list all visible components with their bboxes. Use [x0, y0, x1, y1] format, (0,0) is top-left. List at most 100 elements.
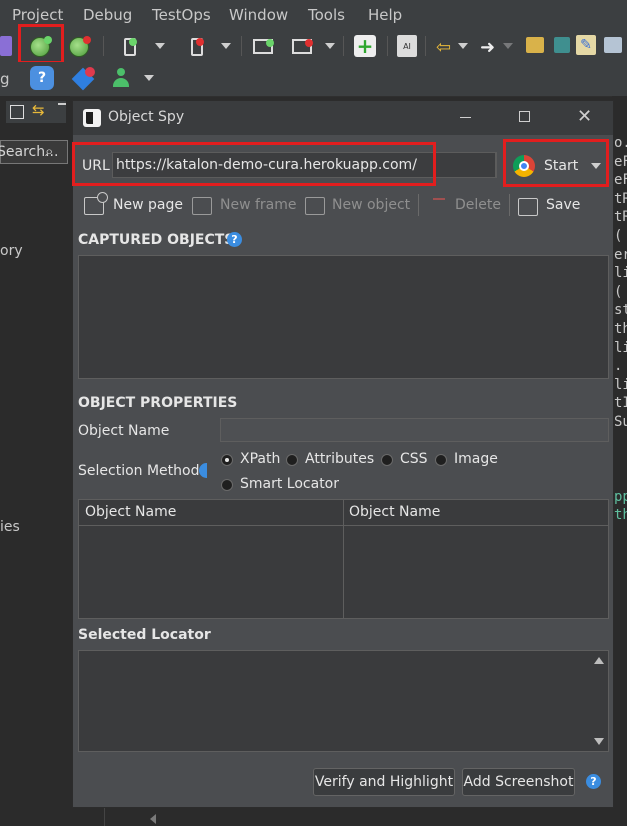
save-button[interactable]: Save — [518, 193, 588, 217]
radio-button[interactable] — [381, 454, 393, 466]
dialog-titlebar[interactable]: Object Spy ✕ — [73, 101, 613, 135]
minimize-view-icon[interactable] — [58, 103, 66, 105]
url-field-end — [496, 152, 497, 178]
add-screenshot-button[interactable]: Add Screenshot — [462, 768, 575, 796]
menu-help[interactable]: Help — [368, 6, 402, 24]
column-header[interactable]: Object Name — [85, 504, 176, 520]
code-line: eF — [614, 172, 627, 189]
radio-image-label: Image — [454, 451, 498, 467]
desktop-spy-icon[interactable] — [252, 36, 274, 56]
mobile-spy-icon[interactable] — [120, 36, 140, 58]
help-icon[interactable]: ? — [586, 774, 601, 789]
radio-button[interactable] — [221, 479, 233, 491]
link-editor-icon[interactable]: ⇆ — [32, 101, 45, 119]
window-icon[interactable] — [604, 37, 622, 53]
menu-debug[interactable]: Debug — [83, 6, 132, 24]
code-line: th — [614, 507, 627, 524]
chevron-down-icon[interactable] — [155, 43, 165, 49]
chevron-down-icon[interactable] — [221, 43, 231, 49]
search-box[interactable]: Search... ⌕ — [0, 140, 68, 164]
new-frame-label: New frame — [220, 197, 297, 213]
help-icon[interactable]: ? — [30, 66, 54, 90]
terminal-icon[interactable] — [554, 37, 570, 53]
add-icon[interactable]: + — [354, 34, 376, 58]
help-icon[interactable]: ? — [227, 232, 242, 247]
tree-item-fragment[interactable]: ory — [0, 243, 23, 259]
table-header: Object Name Object Name — [79, 500, 608, 526]
menu-tools[interactable]: Tools — [308, 6, 345, 24]
delete-label: Delete — [455, 197, 501, 213]
radio-button[interactable] — [286, 454, 298, 466]
ai-generate-icon[interactable]: AI — [397, 35, 417, 57]
selected-locator-editor[interactable] — [78, 650, 609, 752]
user-icon[interactable] — [112, 68, 130, 88]
spy-highlight-box — [18, 24, 64, 64]
code-line: pp — [614, 488, 627, 505]
new-object-icon — [305, 197, 325, 215]
object-properties-title: OBJECT PROPERTIES — [78, 395, 238, 411]
captured-objects-title: CAPTURED OBJECTS — [78, 232, 235, 248]
web-record-icon[interactable] — [68, 36, 91, 58]
radio-button[interactable] — [435, 454, 447, 466]
code-line: tR — [614, 209, 627, 226]
code-line: th — [614, 320, 627, 337]
chevron-down-icon[interactable] — [144, 75, 154, 81]
tree-item-fragment[interactable]: ies — [0, 519, 20, 535]
code-line: li — [614, 376, 627, 393]
code-line: li — [614, 265, 627, 282]
forward-arrow-icon[interactable]: ➜ — [480, 37, 495, 58]
chevron-down-icon[interactable] — [325, 43, 335, 49]
properties-table[interactable]: Object Name Object Name — [78, 499, 609, 619]
code-line: ( — [614, 227, 623, 244]
delete-icon — [433, 198, 445, 200]
katalon-studio-icon[interactable] — [0, 36, 12, 56]
new-frame-button[interactable]: New frame — [192, 193, 297, 217]
scroll-left-icon[interactable] — [150, 814, 156, 824]
menu-window[interactable]: Window — [229, 6, 288, 24]
status-area — [0, 808, 627, 826]
minimize-icon[interactable] — [460, 117, 471, 118]
code-line: ( — [614, 283, 623, 300]
back-arrow-icon[interactable]: ⇦ — [436, 37, 451, 58]
radio-image[interactable]: Image — [435, 451, 515, 471]
desktop-record-icon[interactable] — [291, 36, 313, 56]
toolbar-fragment: g — [0, 70, 10, 88]
mobile-record-icon[interactable] — [187, 36, 207, 58]
divider — [104, 808, 105, 826]
column-divider — [343, 525, 344, 618]
collapse-icon[interactable] — [10, 105, 24, 119]
new-page-button[interactable]: New page — [84, 192, 194, 217]
start-highlight-box — [503, 139, 609, 187]
scroll-down-icon[interactable] — [594, 738, 604, 745]
chevron-down-icon[interactable] — [503, 43, 513, 49]
radio-attributes-label: Attributes — [305, 451, 375, 467]
radio-button[interactable] — [221, 454, 233, 466]
new-object-button[interactable]: New object — [305, 193, 413, 217]
info-icon — [199, 463, 207, 478]
explorer-panel: ⇆ Search... ⌕ ory ies — [0, 96, 70, 826]
delete-button[interactable]: Delete — [428, 193, 508, 217]
scroll-up-icon[interactable] — [594, 657, 604, 664]
radio-attributes[interactable]: Attributes — [286, 451, 386, 471]
testops-icon[interactable] — [71, 67, 95, 91]
selection-method-label: Selection Method — [78, 463, 200, 479]
captured-objects-tree[interactable] — [78, 255, 609, 379]
radio-css[interactable]: CSS — [381, 451, 441, 471]
chevron-down-icon[interactable] — [458, 43, 468, 49]
edit-icon[interactable]: ✎ — [576, 35, 596, 55]
search-icon[interactable]: ⌕ — [45, 142, 53, 160]
menu-project[interactable]: Project — [12, 6, 63, 24]
object-name-field[interactable] — [220, 418, 609, 442]
katalon-logo-icon — [83, 109, 101, 127]
radio-smart-locator[interactable]: Smart Locator — [221, 476, 361, 496]
menu-testops[interactable]: TestOps — [152, 6, 211, 24]
maximize-icon[interactable] — [519, 111, 530, 122]
open-folder-icon[interactable] — [526, 37, 544, 53]
code-line: tI — [614, 395, 627, 412]
column-header[interactable]: Object Name — [349, 504, 440, 520]
code-line: . — [614, 358, 623, 375]
code-line: Su — [614, 413, 627, 430]
code-line: tR — [614, 190, 627, 207]
close-icon[interactable]: ✕ — [577, 106, 592, 127]
verify-and-highlight-button[interactable]: Verify and Highlight — [313, 768, 455, 796]
